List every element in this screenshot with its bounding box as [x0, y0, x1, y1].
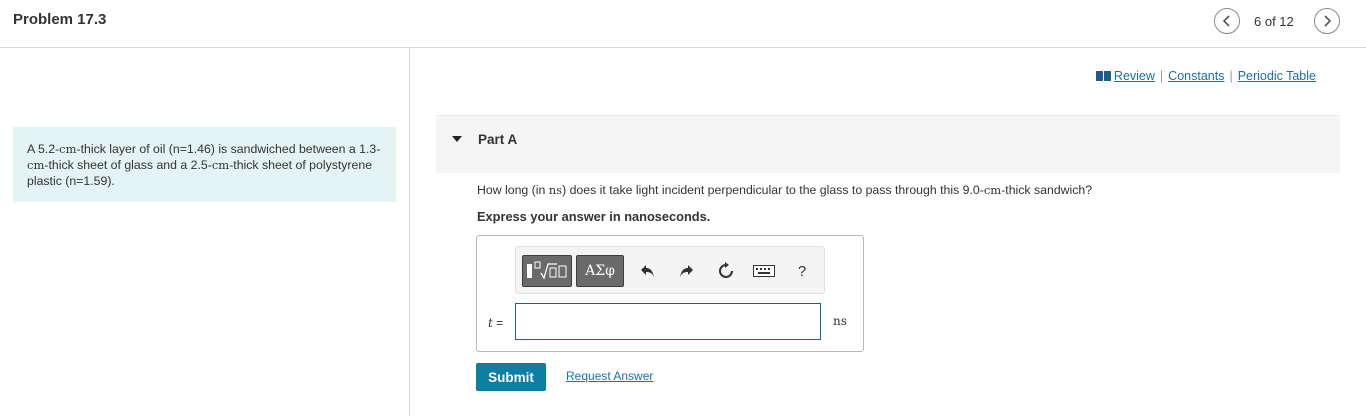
unit-cm: cm	[27, 158, 45, 172]
redo-button[interactable]	[676, 261, 696, 281]
review-link[interactable]: Review	[1114, 69, 1155, 83]
question-text: How long (in ns) does it take light inci…	[477, 183, 1092, 197]
part-a-header[interactable]: Part A	[436, 115, 1340, 173]
keyboard-button[interactable]	[752, 261, 776, 281]
answer-input[interactable]	[515, 303, 821, 340]
question-segment: ) does it take light incident perpendicu…	[562, 183, 984, 197]
reset-button[interactable]	[716, 261, 736, 281]
page-indicator: 6 of 12	[1254, 14, 1294, 29]
unit-ns: ns	[548, 183, 563, 197]
keyboard-icon	[753, 265, 775, 277]
request-answer-link[interactable]: Request Answer	[566, 369, 653, 383]
collapse-triangle-icon[interactable]	[452, 136, 462, 142]
problem-text: -thick layer of oil (n=1.46) is sandwich…	[76, 142, 381, 156]
question-segment: -thick sandwich?	[1001, 183, 1093, 197]
equals-sign: =	[492, 316, 504, 330]
book-icon	[1095, 71, 1111, 81]
answer-variable-label: t =	[488, 316, 503, 330]
redo-icon	[680, 265, 693, 277]
undo-icon	[641, 265, 654, 277]
problem-text: -thick sheet of glass and a 2.5-	[44, 158, 212, 172]
math-toolbar: ΑΣφ ?	[515, 246, 825, 294]
answer-instruction: Express your answer in nanoseconds.	[477, 209, 711, 224]
link-separator: |	[1229, 69, 1233, 83]
problem-statement: A 5.2-cm-thick layer of oil (n=1.46) is …	[13, 127, 396, 202]
link-separator: |	[1159, 69, 1164, 83]
undo-button[interactable]	[638, 261, 658, 281]
answer-panel: ΑΣφ ? t = ns	[476, 235, 864, 352]
unit-cm: cm	[59, 142, 77, 156]
periodic-table-link[interactable]: Periodic Table	[1238, 69, 1316, 83]
unit-cm: cm	[211, 158, 230, 172]
next-problem-button[interactable]	[1314, 8, 1340, 34]
chevron-right-icon	[1324, 15, 1332, 27]
problem-text: A 5.2-	[27, 142, 60, 156]
header-bar: Problem 17.3 6 of 12	[0, 0, 1366, 48]
help-button[interactable]: ?	[792, 261, 812, 281]
question-segment: How long (in	[477, 183, 549, 197]
page-title: Problem 17.3	[13, 11, 107, 28]
column-divider	[409, 48, 410, 416]
previous-problem-button[interactable]	[1214, 8, 1240, 34]
symbols-button[interactable]: ΑΣφ	[576, 255, 624, 287]
chevron-left-icon	[1222, 15, 1230, 27]
constants-link[interactable]: Constants	[1168, 69, 1224, 83]
answer-unit: ns	[833, 314, 847, 328]
reset-icon	[719, 262, 733, 278]
templates-button[interactable]	[522, 255, 572, 287]
templates-icon	[527, 261, 567, 280]
part-label: Part A	[478, 132, 518, 147]
resource-links: Review | Constants | Periodic Table	[1095, 69, 1316, 83]
submit-button[interactable]: Submit	[476, 363, 546, 391]
unit-cm: cm	[983, 183, 1002, 197]
